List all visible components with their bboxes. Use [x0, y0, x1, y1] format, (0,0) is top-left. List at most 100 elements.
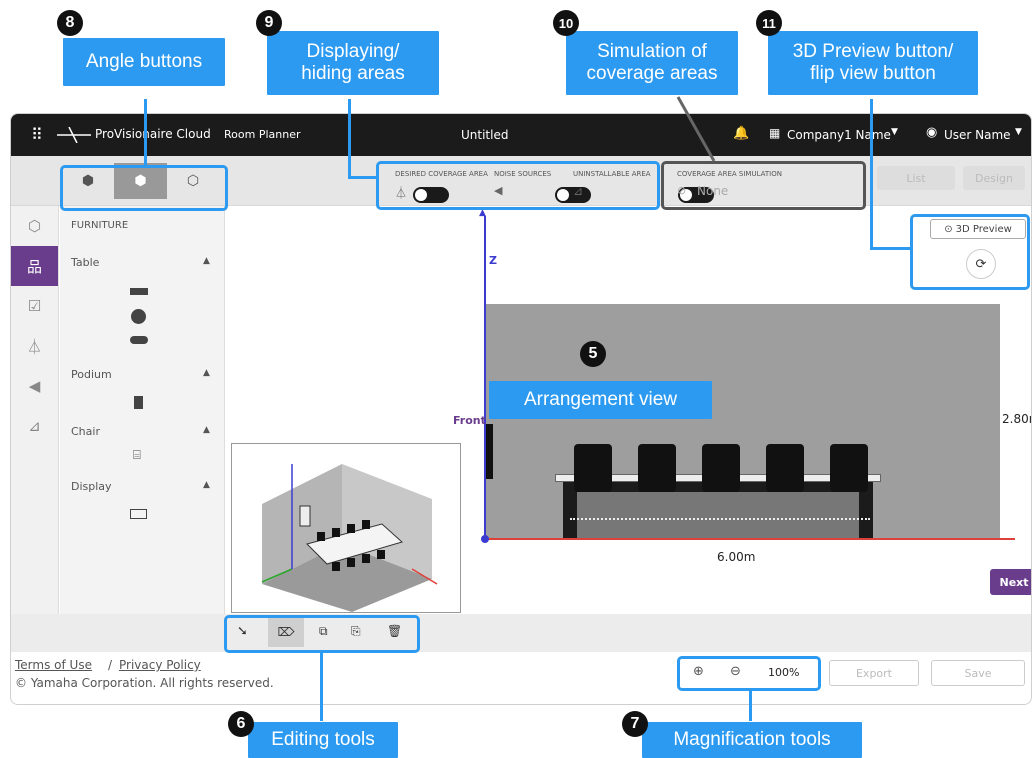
badge-8: 8	[57, 10, 83, 36]
editing-connector	[320, 653, 323, 721]
z-axis	[484, 216, 486, 540]
display-connector-h	[348, 176, 378, 179]
table-category[interactable]: Table	[71, 256, 99, 269]
angle-buttons-highlight	[60, 165, 228, 211]
badge-7: 7	[622, 711, 648, 737]
chair[interactable]	[830, 444, 868, 492]
document-title: Untitled	[461, 128, 509, 142]
editing-tools-highlight	[224, 615, 420, 653]
left-sidebar: ⬡ 品 ☑ ⏃ ◀︎ ⊿	[11, 206, 59, 652]
chevron-up-icon[interactable]: ▲	[203, 480, 210, 490]
preview-button-highlight	[910, 214, 1030, 290]
preview-connector-v	[870, 99, 873, 249]
room-3d-preview	[261, 464, 438, 612]
next-button-label: Next	[999, 575, 1029, 589]
app-name: Room Planner	[224, 128, 301, 141]
table-oval-item[interactable]	[130, 336, 148, 344]
furniture-panel: FURNITURE Table ▲ Podium ▲ Chair ▲ ⌸ Dis…	[60, 206, 225, 652]
footer: Terms of Use / Privacy Policy © Yamaha C…	[11, 652, 1031, 704]
front-label: Front	[453, 414, 486, 427]
preview-callout: 3D Preview button/ flip view button	[768, 31, 978, 95]
furniture-icon: 品	[26, 257, 42, 276]
user-icon: ◉	[926, 125, 938, 140]
angle-buttons-callout: Angle buttons	[63, 38, 225, 86]
floor-line	[485, 538, 1015, 540]
width-dimension: 6.00m	[717, 550, 756, 564]
design-button[interactable]: Design	[963, 166, 1025, 190]
terms-link[interactable]: Terms of Use	[15, 658, 92, 672]
preview-connector-h	[870, 247, 912, 250]
company-menu[interactable]: Company1 Name	[787, 128, 891, 142]
table-round-item[interactable]	[131, 309, 146, 324]
editing-toolbar: ➘ ⌦ ⧉ ⎘ 🗑	[11, 614, 1031, 652]
chair[interactable]	[702, 444, 740, 492]
chevron-up-icon[interactable]: ▲	[203, 256, 210, 266]
front-display[interactable]	[486, 424, 493, 479]
chair-bases	[570, 518, 870, 534]
user-menu[interactable]: User Name	[944, 128, 1011, 142]
chair[interactable]	[574, 444, 612, 492]
magnification-tools-callout: Magnification tools	[642, 722, 862, 758]
editing-tools-callout: Editing tools	[248, 722, 398, 758]
sidebar-item-noise[interactable]: ◀︎	[11, 366, 58, 406]
angle-connector	[144, 99, 147, 165]
speaker-icon: ◀︎	[28, 377, 41, 395]
chevron-down-icon[interactable]: ▼	[891, 127, 898, 137]
chevron-down-icon[interactable]: ▼	[1015, 127, 1022, 137]
table-rect-item[interactable]	[130, 288, 148, 295]
company-icon: ▦	[769, 126, 781, 140]
display-category[interactable]: Display	[71, 480, 112, 493]
chevron-up-icon[interactable]: ▲	[203, 368, 210, 378]
origin-dot	[481, 535, 489, 543]
app-grid-icon[interactable]: ⠿	[31, 125, 43, 144]
uninstallable-icon: ⊿	[28, 417, 41, 435]
top-bar: ⠿ ProVisionaire Cloud Room Planner Untit…	[11, 114, 1031, 156]
chair[interactable]	[638, 444, 676, 492]
z-axis-label: Z	[489, 254, 497, 267]
save-button[interactable]: Save	[931, 660, 1025, 686]
display-areas-highlight	[376, 161, 660, 210]
checklist-icon: ☑	[27, 297, 42, 315]
badge-5: 5	[580, 341, 606, 367]
sidebar-item-room[interactable]: ⬡	[11, 206, 58, 246]
logo-icon	[57, 127, 91, 143]
next-button[interactable]: Next	[990, 569, 1031, 595]
badge-10: 10	[553, 10, 579, 36]
list-button-label: List	[906, 171, 926, 185]
preview-window[interactable]	[231, 443, 461, 613]
simulation-connector	[676, 96, 716, 162]
podium-item[interactable]	[134, 396, 143, 409]
display-item[interactable]	[130, 509, 147, 519]
display-areas-callout: Displaying/ hiding areas	[267, 31, 439, 95]
coverage-simulation-highlight	[661, 161, 866, 210]
sidebar-item-furniture[interactable]: 品	[11, 246, 58, 286]
sidebar-item-uninstallable[interactable]: ⊿	[11, 406, 58, 446]
simulation-callout: Simulation of coverage areas	[566, 31, 738, 95]
chair[interactable]	[766, 444, 804, 492]
magnification-connector	[749, 691, 752, 721]
room-icon: ⬡	[27, 217, 42, 235]
podium-category[interactable]: Podium	[71, 368, 112, 381]
export-button[interactable]: Export	[829, 660, 919, 686]
copyright-text: © Yamaha Corporation. All rights reserve…	[15, 676, 274, 690]
export-label: Export	[855, 666, 892, 680]
magnification-tools-highlight	[677, 656, 821, 691]
badge-9: 9	[256, 10, 282, 36]
chair-category[interactable]: Chair	[71, 425, 100, 438]
bell-icon[interactable]: 🔔	[733, 126, 749, 141]
sidebar-item-coverage[interactable]: ⏃	[11, 326, 58, 366]
footer-separator: /	[108, 658, 113, 672]
chevron-up-icon[interactable]: ▲	[203, 425, 210, 435]
display-connector-v	[348, 99, 351, 179]
sidebar-item-checklist[interactable]: ☑	[11, 286, 58, 326]
badge-6: 6	[228, 711, 254, 737]
design-button-label: Design	[975, 171, 1013, 185]
logo-text: ProVisionaire Cloud	[95, 127, 211, 141]
chair-item-icon[interactable]: ⌸	[133, 448, 141, 463]
save-label: Save	[964, 666, 992, 680]
list-button[interactable]: List	[877, 166, 955, 190]
height-dimension: 2.80m	[1002, 412, 1031, 426]
privacy-link[interactable]: Privacy Policy	[119, 658, 201, 672]
badge-11: 11	[756, 10, 782, 36]
arrangement-view-callout: Arrangement view	[489, 381, 712, 419]
